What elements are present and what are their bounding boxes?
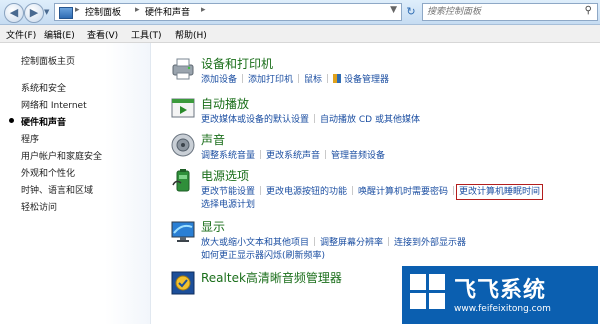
link-change-power-saving[interactable]: 更改节能设置 [201, 187, 255, 197]
devices-title[interactable]: 设备和打印机 [201, 55, 273, 72]
link-add-printer[interactable]: 添加打印机 [248, 75, 293, 85]
forward-button[interactable]: ▶ [24, 3, 44, 23]
watermark-brand: 飞飞系统 [454, 278, 547, 303]
speaker-icon[interactable] [169, 131, 197, 159]
realtek-audio-icon[interactable] [169, 269, 197, 297]
active-bullet-icon [9, 118, 14, 123]
printer-icon[interactable] [169, 55, 197, 83]
link-autoplay-cd[interactable]: 自动播放 CD 或其他媒体 [320, 115, 420, 125]
windows-logo-icon [410, 274, 446, 310]
menu-help[interactable]: 帮助(H) [175, 28, 207, 41]
sound-title[interactable]: 声音 [201, 131, 225, 148]
link-device-manager[interactable]: 设备管理器 [344, 75, 389, 85]
sidebar-item-clock-region[interactable]: 时钟、语言和区域 [21, 183, 93, 196]
autoplay-icon[interactable] [169, 95, 197, 123]
link-power-button-function[interactable]: 更改电源按钮的功能 [266, 187, 347, 197]
address-bar-area: ◀ ▶ ▼ ▸ 控制面板 ▸ 硬件和声音 ▸ ▼ ↻ ⚲ [0, 0, 600, 25]
address-dropdown-icon[interactable]: ▼ [390, 5, 397, 15]
watermark-url: www.feifeixitong.com [454, 304, 551, 314]
chevron-right-icon[interactable]: ▸ [75, 5, 80, 15]
sidebar: 控制面板主页 系统和安全 网络和 Internet 硬件和声音 程序 用户帐户和… [0, 43, 151, 324]
link-change-sleep-time[interactable]: 更改计算机睡眠时间 [456, 184, 544, 200]
link-add-device[interactable]: 添加设备 [201, 75, 237, 85]
link-wake-password[interactable]: 唤醒计算机时需要密码 [358, 187, 448, 197]
display-title[interactable]: 显示 [201, 218, 225, 235]
sidebar-item-programs[interactable]: 程序 [21, 132, 39, 145]
monitor-icon[interactable] [169, 218, 197, 246]
autoplay-links: 更改媒体或设备的默认设置 自动播放 CD 或其他媒体 [201, 112, 420, 125]
display-links-row2: 如何更正显示器闪烁(刷新频率) [201, 248, 325, 261]
recent-pages-dropdown[interactable]: ▼ [44, 8, 49, 16]
search-icon[interactable]: ⚲ [585, 5, 592, 16]
chevron-right-icon[interactable]: ▸ [135, 5, 140, 15]
menu-edit[interactable]: 编辑(E) [44, 28, 75, 41]
link-choose-power-plan[interactable]: 选择电源计划 [201, 200, 255, 210]
uac-shield-icon [333, 74, 342, 83]
sidebar-item-hardware-sound[interactable]: 硬件和声音 [21, 115, 66, 128]
sidebar-item-network[interactable]: 网络和 Internet [21, 98, 87, 111]
link-change-system-sounds[interactable]: 更改系统声音 [266, 151, 320, 161]
control-panel-icon [59, 7, 73, 19]
sidebar-item-appearance[interactable]: 外观和个性化 [21, 166, 75, 179]
link-zoom-text[interactable]: 放大或缩小文本和其他项目 [201, 238, 309, 248]
link-adjust-volume[interactable]: 调整系统音量 [201, 151, 255, 161]
link-external-display[interactable]: 连接到外部显示器 [394, 238, 466, 248]
link-manage-audio-devices[interactable]: 管理音频设备 [331, 151, 385, 161]
link-change-media-defaults[interactable]: 更改媒体或设备的默认设置 [201, 115, 309, 125]
sidebar-item-system-security[interactable]: 系统和安全 [21, 81, 66, 94]
breadcrumb-control-panel[interactable]: 控制面板 [85, 5, 121, 18]
refresh-icon[interactable]: ↻ [404, 5, 418, 19]
link-screen-resolution[interactable]: 调整屏幕分辨率 [320, 238, 383, 248]
chevron-right-icon[interactable]: ▸ [201, 5, 206, 15]
menu-bar: 文件(F) 编辑(E) 查看(V) 工具(T) 帮助(H) [0, 25, 600, 43]
display-links: 放大或缩小文本和其他项目 调整屏幕分辨率 连接到外部显示器 [201, 235, 466, 248]
search-box[interactable]: ⚲ [422, 3, 598, 21]
breadcrumb-hardware-sound[interactable]: 硬件和声音 [145, 5, 190, 18]
power-links: 更改节能设置 更改电源按钮的功能 唤醒计算机时需要密码 更改计算机睡眠时间 [201, 184, 544, 200]
menu-file[interactable]: 文件(F) [6, 28, 36, 41]
menu-tools[interactable]: 工具(T) [131, 28, 162, 41]
battery-icon[interactable] [169, 167, 197, 195]
search-input[interactable] [427, 5, 577, 19]
autoplay-title[interactable]: 自动播放 [201, 95, 249, 112]
devices-links: 添加设备 添加打印机 鼠标 设备管理器 [201, 72, 389, 85]
power-title[interactable]: 电源选项 [201, 167, 249, 184]
watermark-logo: 飞飞系统 www.feifeixitong.com [402, 266, 598, 324]
sidebar-item-ease-of-access[interactable]: 轻松访问 [21, 200, 57, 213]
realtek-title[interactable]: Realtek高清晰音频管理器 [201, 269, 342, 286]
link-mouse[interactable]: 鼠标 [304, 75, 322, 85]
menu-view[interactable]: 查看(V) [87, 28, 118, 41]
breadcrumb[interactable]: ▸ 控制面板 ▸ 硬件和声音 ▸ ▼ [54, 3, 402, 21]
main-content: 设备和打印机 添加设备 添加打印机 鼠标 设备管理器 自动播放 更改媒体或设备的默认设… [151, 43, 600, 324]
link-refresh-rate[interactable]: 如何更正显示器闪烁(刷新频率) [201, 251, 325, 261]
power-links-row2: 选择电源计划 [201, 197, 255, 210]
sidebar-item-home[interactable]: 控制面板主页 [21, 54, 75, 67]
back-button[interactable]: ◀ [4, 3, 24, 23]
sound-links: 调整系统音量 更改系统声音 管理音频设备 [201, 148, 385, 161]
sidebar-item-user-accounts[interactable]: 用户帐户和家庭安全 [21, 149, 102, 162]
